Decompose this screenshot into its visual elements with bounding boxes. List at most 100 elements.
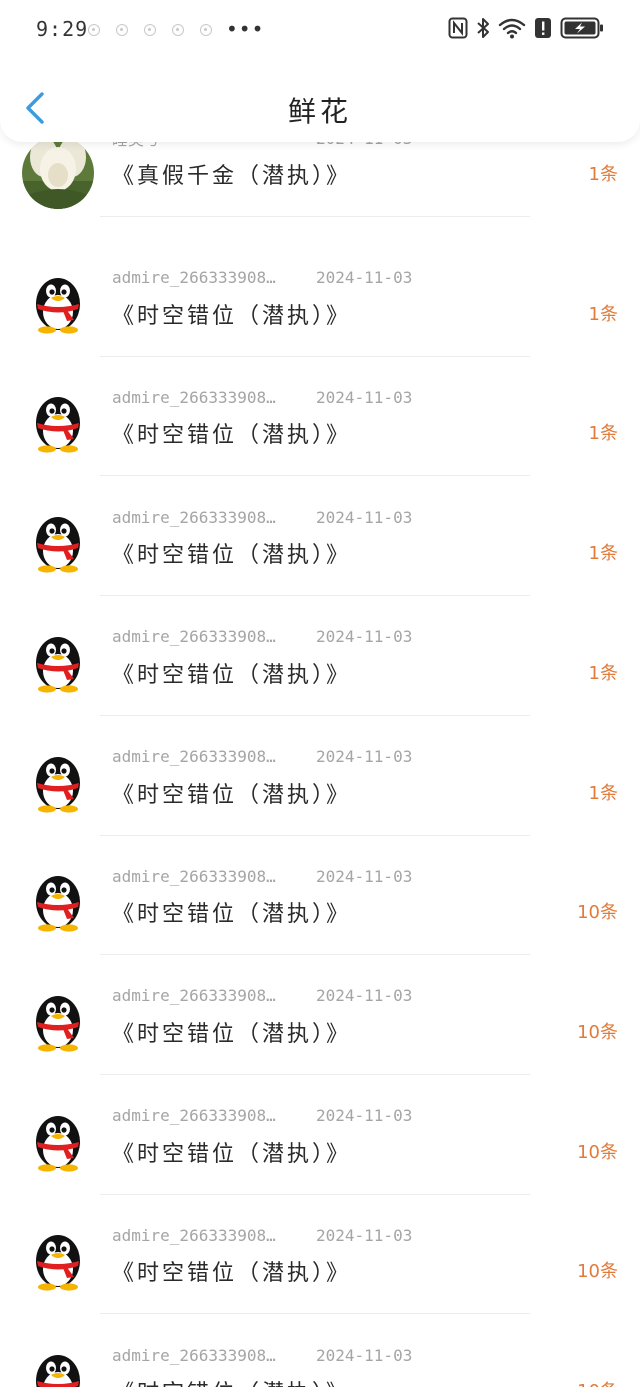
list-item[interactable]: 睡美兮2024-11-03《真假千金（潜执）》1条	[0, 129, 640, 258]
book-title: 《时空错位（潜执）》	[112, 543, 352, 569]
bluetooth-icon	[476, 16, 490, 40]
flower-count: 10条	[577, 1377, 618, 1387]
flower-count: 10条	[577, 1021, 618, 1043]
date: 2024-11-03	[316, 627, 413, 647]
divider	[100, 954, 530, 956]
username: admire_266333908…	[112, 866, 276, 886]
flower-count: 1条	[588, 662, 618, 684]
status-icons	[448, 16, 604, 40]
row-meta: admire_266333908… 2024-11-03	[112, 745, 412, 769]
username: admire_266333908…	[112, 1345, 276, 1365]
date: 2024-11-03	[316, 268, 413, 288]
header: 9:29 ••• 鲜花	[0, 0, 640, 142]
status-bar: 9:29 •••	[0, 0, 640, 60]
flower-count: 10条	[577, 1261, 618, 1283]
book-title: 《时空错位（潜执）》	[112, 303, 352, 329]
notification-icons	[88, 24, 212, 36]
divider	[100, 355, 530, 357]
penguin-avatar	[22, 1102, 94, 1174]
notification-icon	[116, 24, 128, 36]
flower-count: 1条	[588, 543, 618, 565]
book-title: 《时空错位（潜执）》	[112, 902, 352, 928]
nfc-icon	[448, 17, 468, 39]
row-meta: admire_266333908… 2024-11-03	[112, 1223, 412, 1247]
username: admire_266333908…	[112, 1225, 276, 1245]
book-title: 《真假千金（潜执）》	[112, 164, 352, 189]
divider	[100, 834, 530, 836]
username: admire_266333908…	[112, 387, 276, 407]
divider	[100, 216, 530, 217]
flower-count: 1条	[588, 782, 618, 804]
flower-count: 1条	[588, 303, 618, 325]
username: admire_266333908…	[112, 627, 276, 647]
list-item[interactable]: admire_266333908… 2024-11-03 《时空错位（潜执）》 1条	[0, 497, 640, 617]
row-meta: admire_266333908… 2024-11-03	[112, 385, 412, 409]
date: 2024-11-03	[316, 866, 413, 886]
list-item[interactable]: admire_266333908… 2024-11-03 《时空错位（潜执）》 10条	[0, 1335, 640, 1387]
battery-charging-icon	[560, 16, 604, 40]
row-meta: admire_266333908… 2024-11-03	[112, 625, 412, 649]
book-title: 《时空错位（潜执）》	[112, 1141, 352, 1167]
date: 2024-11-03	[316, 1345, 413, 1365]
row-meta: admire_266333908… 2024-11-03	[112, 1104, 412, 1128]
row-meta: admire_266333908… 2024-11-03	[112, 266, 412, 290]
list-item[interactable]: admire_266333908… 2024-11-03 《时空错位（潜执）》 1条	[0, 258, 640, 378]
lotus-avatar	[22, 137, 94, 209]
divider	[100, 714, 530, 716]
penguin-avatar	[22, 982, 94, 1054]
book-title: 《时空错位（潜执）》	[112, 1261, 352, 1287]
divider	[100, 595, 530, 597]
date: 2024-11-03	[316, 1106, 413, 1126]
divider	[100, 1313, 530, 1315]
notification-icon	[200, 24, 212, 36]
notification-icon	[144, 24, 156, 36]
flower-count: 10条	[577, 902, 618, 924]
penguin-avatar	[22, 264, 94, 336]
list-item[interactable]: admire_266333908… 2024-11-03 《时空错位（潜执）》 10条	[0, 856, 640, 976]
date: 2024-11-03	[316, 1225, 413, 1245]
notification-icon	[88, 24, 100, 36]
username: admire_266333908…	[112, 986, 276, 1006]
screen: 睡美兮2024-11-03《真假千金（潜执）》1条admire_26633390…	[0, 0, 640, 1387]
penguin-avatar	[22, 743, 94, 815]
flower-count: 10条	[577, 1141, 618, 1163]
list-item[interactable]: admire_266333908… 2024-11-03 《时空错位（潜执）》 1条	[0, 737, 640, 857]
row-meta: admire_266333908… 2024-11-03	[112, 1343, 412, 1367]
more-notifications-icon: •••	[226, 17, 265, 41]
divider	[100, 1073, 530, 1075]
divider	[100, 1193, 530, 1195]
alert-icon	[534, 17, 552, 39]
row-meta: admire_266333908… 2024-11-03	[112, 864, 412, 888]
book-title: 《时空错位（潜执）》	[112, 423, 352, 449]
row-meta: admire_266333908… 2024-11-03	[112, 984, 412, 1008]
status-time: 9:29	[36, 17, 89, 41]
date: 2024-11-03	[316, 986, 413, 1006]
list-item[interactable]: admire_266333908… 2024-11-03 《时空错位（潜执）》 1条	[0, 617, 640, 737]
list-item[interactable]: admire_266333908… 2024-11-03 《时空错位（潜执）》 10条	[0, 976, 640, 1096]
list-item[interactable]: admire_266333908… 2024-11-03 《时空错位（潜执）》 1条	[0, 377, 640, 497]
notification-icon	[172, 24, 184, 36]
flower-count: 1条	[588, 423, 618, 445]
username: admire_266333908…	[112, 268, 276, 288]
username: admire_266333908…	[112, 1106, 276, 1126]
date: 2024-11-03	[316, 507, 413, 527]
flower-count: 1条	[588, 164, 618, 185]
page-title: 鲜花	[287, 95, 352, 128]
book-title: 《时空错位（潜执）》	[112, 782, 352, 808]
username: admire_266333908…	[112, 747, 276, 766]
list-item[interactable]: admire_266333908… 2024-11-03 《时空错位（潜执）》 10条	[0, 1215, 640, 1335]
book-title: 《时空错位（潜执）》	[112, 1375, 351, 1387]
wifi-icon	[498, 17, 526, 39]
penguin-avatar	[22, 1221, 94, 1293]
row-meta: admire_266333908… 2024-11-03	[112, 505, 412, 529]
penguin-avatar	[22, 383, 94, 455]
date: 2024-11-03	[316, 387, 413, 407]
penguin-avatar	[22, 862, 94, 934]
penguin-avatar	[22, 1341, 94, 1387]
book-title: 《时空错位（潜执）》	[112, 662, 352, 688]
username: admire_266333908…	[112, 507, 276, 527]
list-item[interactable]: admire_266333908… 2024-11-03 《时空错位（潜执）》 10条	[0, 1096, 640, 1216]
penguin-avatar	[22, 623, 94, 695]
book-title: 《时空错位（潜执）》	[112, 1021, 352, 1047]
divider	[100, 475, 530, 477]
